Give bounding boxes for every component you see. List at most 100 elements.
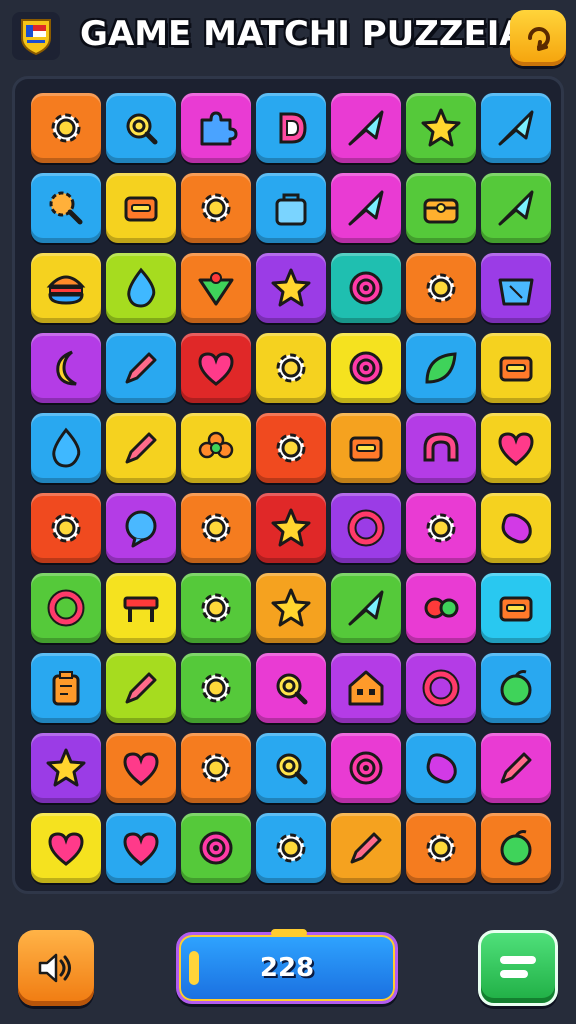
puzzle-tile[interactable]: [256, 813, 326, 883]
puzzle-tile[interactable]: [481, 573, 551, 643]
pencil-icon: [125, 672, 157, 704]
puzzle-tile[interactable]: [181, 93, 251, 163]
puzzle-tile[interactable]: [331, 93, 401, 163]
puzzle-tile[interactable]: [331, 253, 401, 323]
score-cap: [271, 929, 307, 937]
puzzle-tile[interactable]: [31, 93, 101, 163]
box-icon: [499, 596, 533, 622]
puzzle-tile[interactable]: [31, 813, 101, 883]
puzzle-tile[interactable]: [181, 493, 251, 563]
puzzle-tile[interactable]: [31, 653, 101, 723]
drop-icon: [127, 267, 156, 308]
moon-icon: [56, 350, 77, 386]
puzzle-tile[interactable]: [481, 253, 551, 323]
puzzle-tile[interactable]: [181, 813, 251, 883]
heart-icon: [123, 832, 159, 866]
puzzle-tile[interactable]: [106, 413, 176, 483]
puzzle-tile[interactable]: [481, 93, 551, 163]
puzzle-tile[interactable]: [31, 413, 101, 483]
puzzle-tile[interactable]: [181, 733, 251, 803]
puzzle-tile[interactable]: [106, 173, 176, 243]
puzzle-tile[interactable]: [181, 173, 251, 243]
tile-row: [31, 493, 551, 567]
puzzle-tile[interactable]: [406, 733, 476, 803]
apple-icon: [500, 670, 532, 706]
score-value: 228: [259, 953, 315, 983]
puzzle-tile[interactable]: [31, 173, 101, 243]
puzzle-tile[interactable]: [481, 173, 551, 243]
puzzle-tile[interactable]: [331, 733, 401, 803]
hint-button[interactable]: [510, 10, 566, 66]
puzzle-tile[interactable]: [481, 413, 551, 483]
puzzle-tile[interactable]: [106, 333, 176, 403]
bag-icon: [275, 193, 307, 226]
puzzle-tile[interactable]: [406, 333, 476, 403]
star-icon: [271, 508, 311, 547]
box-icon: [124, 196, 158, 222]
puzzle-tile[interactable]: [106, 493, 176, 563]
puzzle-tile[interactable]: [331, 173, 401, 243]
puzzle-tile[interactable]: [256, 93, 326, 163]
puzzle-tile[interactable]: [106, 253, 176, 323]
magnifier-icon: [126, 113, 158, 145]
target-icon: [349, 751, 383, 785]
puzzle-tile[interactable]: [181, 333, 251, 403]
puzzle-tile[interactable]: [481, 493, 551, 563]
target-icon: [349, 351, 383, 385]
puzzle-tile[interactable]: [406, 573, 476, 643]
puzzle-tile[interactable]: [481, 333, 551, 403]
box-icon: [499, 356, 533, 382]
puzzle-tile[interactable]: [406, 653, 476, 723]
puzzle-tile[interactable]: [106, 733, 176, 803]
puzzle-tile[interactable]: [481, 813, 551, 883]
puzzle-tile[interactable]: [406, 493, 476, 563]
puzzle-tile[interactable]: [181, 413, 251, 483]
arrow-icon: [348, 110, 384, 146]
puzzle-tile[interactable]: [256, 173, 326, 243]
puzzle-tile[interactable]: [256, 493, 326, 563]
puzzle-tile[interactable]: [106, 813, 176, 883]
puzzle-tile[interactable]: [256, 573, 326, 643]
puzzle-tile[interactable]: [106, 573, 176, 643]
puzzle-tile[interactable]: [181, 573, 251, 643]
refresh-hint-icon: [528, 27, 550, 51]
puzzle-tile[interactable]: [406, 813, 476, 883]
puzzle-tile[interactable]: [181, 253, 251, 323]
puzzle-tile[interactable]: [256, 653, 326, 723]
puzzle-tile[interactable]: [406, 253, 476, 323]
puzzle-tile[interactable]: [256, 733, 326, 803]
house-icon: [348, 670, 384, 706]
sound-button[interactable]: [18, 930, 94, 1006]
puzzle-tile[interactable]: [106, 93, 176, 163]
puzzle-tile[interactable]: [481, 653, 551, 723]
burger-icon: [46, 275, 86, 305]
puzzle-tile[interactable]: [256, 253, 326, 323]
puzzle-tile[interactable]: [406, 93, 476, 163]
gear-icon: [276, 433, 306, 463]
tile-row: [31, 253, 551, 327]
puzzle-tile[interactable]: [31, 253, 101, 323]
puzzle-tile[interactable]: [106, 653, 176, 723]
puzzle-tile[interactable]: [31, 733, 101, 803]
puzzle-tile[interactable]: [331, 493, 401, 563]
puzzle-tile[interactable]: [331, 813, 401, 883]
puzzle-tile[interactable]: [181, 653, 251, 723]
puzzle-tile[interactable]: [406, 173, 476, 243]
menu-button[interactable]: [478, 930, 558, 1006]
tile-row: [31, 653, 551, 727]
tile-row: [31, 573, 551, 647]
puzzle-tile[interactable]: [331, 333, 401, 403]
puzzle-tile[interactable]: [31, 333, 101, 403]
puzzle-tile[interactable]: [31, 493, 101, 563]
candy-icon: [424, 597, 459, 619]
puzzle-tile[interactable]: [31, 573, 101, 643]
puzzle-tile[interactable]: [331, 413, 401, 483]
puzzle-tile[interactable]: [481, 733, 551, 803]
puzzle-tile[interactable]: [406, 413, 476, 483]
target-icon: [199, 831, 233, 865]
puzzle-tile[interactable]: [331, 573, 401, 643]
puzzle-tile[interactable]: [331, 653, 401, 723]
puzzle-tile[interactable]: [256, 413, 326, 483]
puzzle-icon: [200, 111, 238, 146]
puzzle-tile[interactable]: [256, 333, 326, 403]
